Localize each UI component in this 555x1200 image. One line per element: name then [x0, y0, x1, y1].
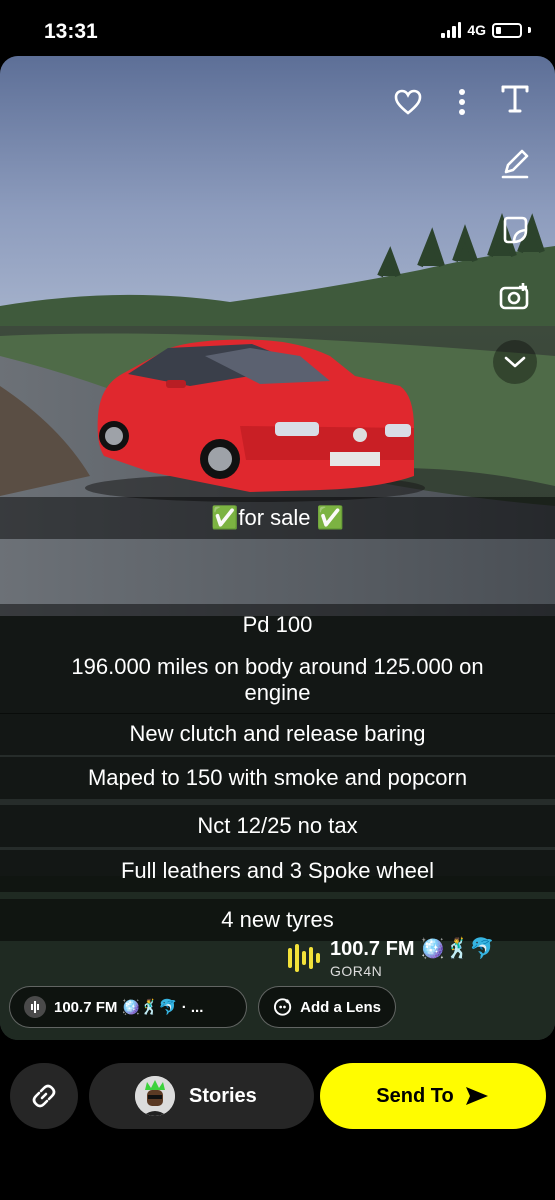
soundwave-icon — [288, 943, 320, 973]
signal-icon — [441, 22, 462, 38]
chevron-down-icon[interactable] — [493, 340, 537, 384]
music-artist: GOR4N — [330, 963, 383, 979]
send-to-label: Send To — [376, 1084, 454, 1107]
battery-cap — [528, 27, 531, 33]
lens-add-icon — [273, 998, 292, 1016]
soundwave-small-icon — [24, 996, 46, 1018]
link-icon — [32, 1084, 56, 1108]
snap-viewer[interactable]: ✅for sale ✅ Pd 100 196.000 miles on body… — [0, 56, 555, 1040]
sticker-icon[interactable] — [493, 208, 537, 252]
caption-price: Pd 100 — [0, 604, 555, 646]
caption-mileage: 196.000 miles on body around 125.000 on … — [0, 646, 555, 714]
top-tools — [386, 80, 484, 124]
status-indicators: 4G — [441, 22, 531, 38]
add-lens-label: Add a Lens — [300, 998, 381, 1016]
sound-chip-label: 100.7 FM 🪩🕺🐬 · ... — [54, 999, 204, 1016]
caption-nct: Nct 12/25 no tax — [0, 805, 555, 847]
avatar — [135, 1076, 175, 1116]
sound-chip[interactable]: 100.7 FM 🪩🕺🐬 · ... — [9, 986, 247, 1028]
caption-remap: Maped to 150 with smoke and popcorn — [0, 757, 555, 799]
camera-timer-icon[interactable] — [493, 274, 537, 318]
music-title: 100.7 FM 🪩🕺🐬 — [330, 938, 495, 960]
network-type: 4G — [467, 22, 486, 38]
pencil-icon[interactable] — [493, 142, 537, 186]
stories-label: Stories — [189, 1084, 257, 1107]
status-bar: 13:31 4G — [0, 0, 555, 56]
stories-button[interactable]: Stories — [89, 1063, 314, 1129]
heart-icon[interactable] — [386, 80, 430, 124]
caption-interior: Full leathers and 3 Spoke wheel — [0, 850, 555, 892]
text-icon[interactable] — [493, 76, 537, 120]
add-lens-chip[interactable]: Add a Lens — [258, 986, 396, 1028]
status-time: 13:31 — [44, 20, 98, 43]
send-to-button[interactable]: Send To — [320, 1063, 546, 1129]
music-sticker[interactable]: 100.7 FM 🪩🕺🐬 GOR4N — [288, 936, 495, 979]
music-sticker-text: 100.7 FM 🪩🕺🐬 GOR4N — [330, 936, 495, 979]
car-photo — [0, 56, 555, 1040]
caption-tyres: 4 new tyres — [0, 899, 555, 941]
more-icon[interactable] — [440, 80, 484, 124]
link-button[interactable] — [10, 1063, 78, 1129]
bottom-action-bar: Stories Send To — [0, 1040, 555, 1200]
caption-clutch: New clutch and release baring — [0, 713, 555, 755]
send-arrow-icon — [465, 1087, 488, 1105]
battery-icon — [492, 22, 522, 38]
editing-tools — [493, 76, 537, 384]
caption-for-sale: ✅for sale ✅ — [0, 497, 555, 539]
